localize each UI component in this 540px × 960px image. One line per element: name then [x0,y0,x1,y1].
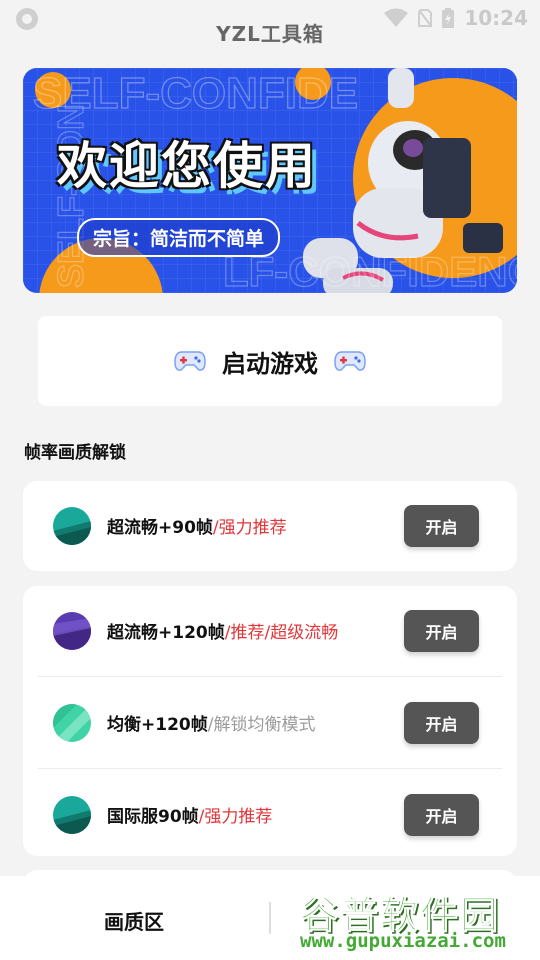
option-card-90fps: 超流畅+90帧/强力推荐 开启 [23,481,517,571]
option-label: 超流畅+90帧/强力推荐 [107,518,287,538]
option-label: 超流畅+120帧/推荐/超级流畅 [107,623,339,643]
list-item: 超流畅+120帧/推荐/超级流畅 开启 [23,586,517,676]
option-icon [53,796,91,834]
divider [38,676,502,677]
enable-button[interactable]: 开启 [404,505,479,547]
option-label: 国际服90帧/强力推荐 [107,807,273,827]
nav-divider [269,902,271,934]
list-item: 均衡+120帧/解锁均衡模式 开启 [23,678,517,768]
section-title: 帧率画质解锁 [24,443,126,463]
option-card-group: 超流畅+120帧/推荐/超级流畅 开启 均衡+120帧/解锁均衡模式 开启 国际… [23,586,517,856]
app-title: YZL工具箱 [216,22,324,46]
option-label: 均衡+120帧/解锁均衡模式 [107,715,316,735]
launch-game-button[interactable]: 启动游戏 [38,316,502,406]
enable-button[interactable]: 开启 [404,702,479,744]
option-icon [53,612,91,650]
gamepad-icon [174,351,206,371]
list-item: 超流畅+90帧/强力推荐 开启 [23,481,517,571]
tab-quality[interactable]: 画质区 [104,906,164,935]
launch-game-label: 启动游戏 [222,349,318,378]
enable-button[interactable]: 开启 [404,610,479,652]
watermark: 谷普软件园 www.gupuxiazai.com [296,876,540,960]
option-icon [53,507,91,545]
option-icon [53,704,91,742]
divider [38,768,502,769]
enable-button[interactable]: 开启 [404,794,479,836]
watermark-url: www.gupuxiazai.com [300,930,506,952]
gamepad-icon [334,351,366,371]
banner-tagline: 宗旨：简洁而不简单 [77,218,281,257]
welcome-banner[interactable]: SELF-CONFIDE SELF-CON LF-CONFIDENC 欢迎您使用… [23,68,517,293]
banner-headline: 欢迎您使用 [57,137,317,195]
list-item: 国际服90帧/强力推荐 开启 [23,770,517,860]
